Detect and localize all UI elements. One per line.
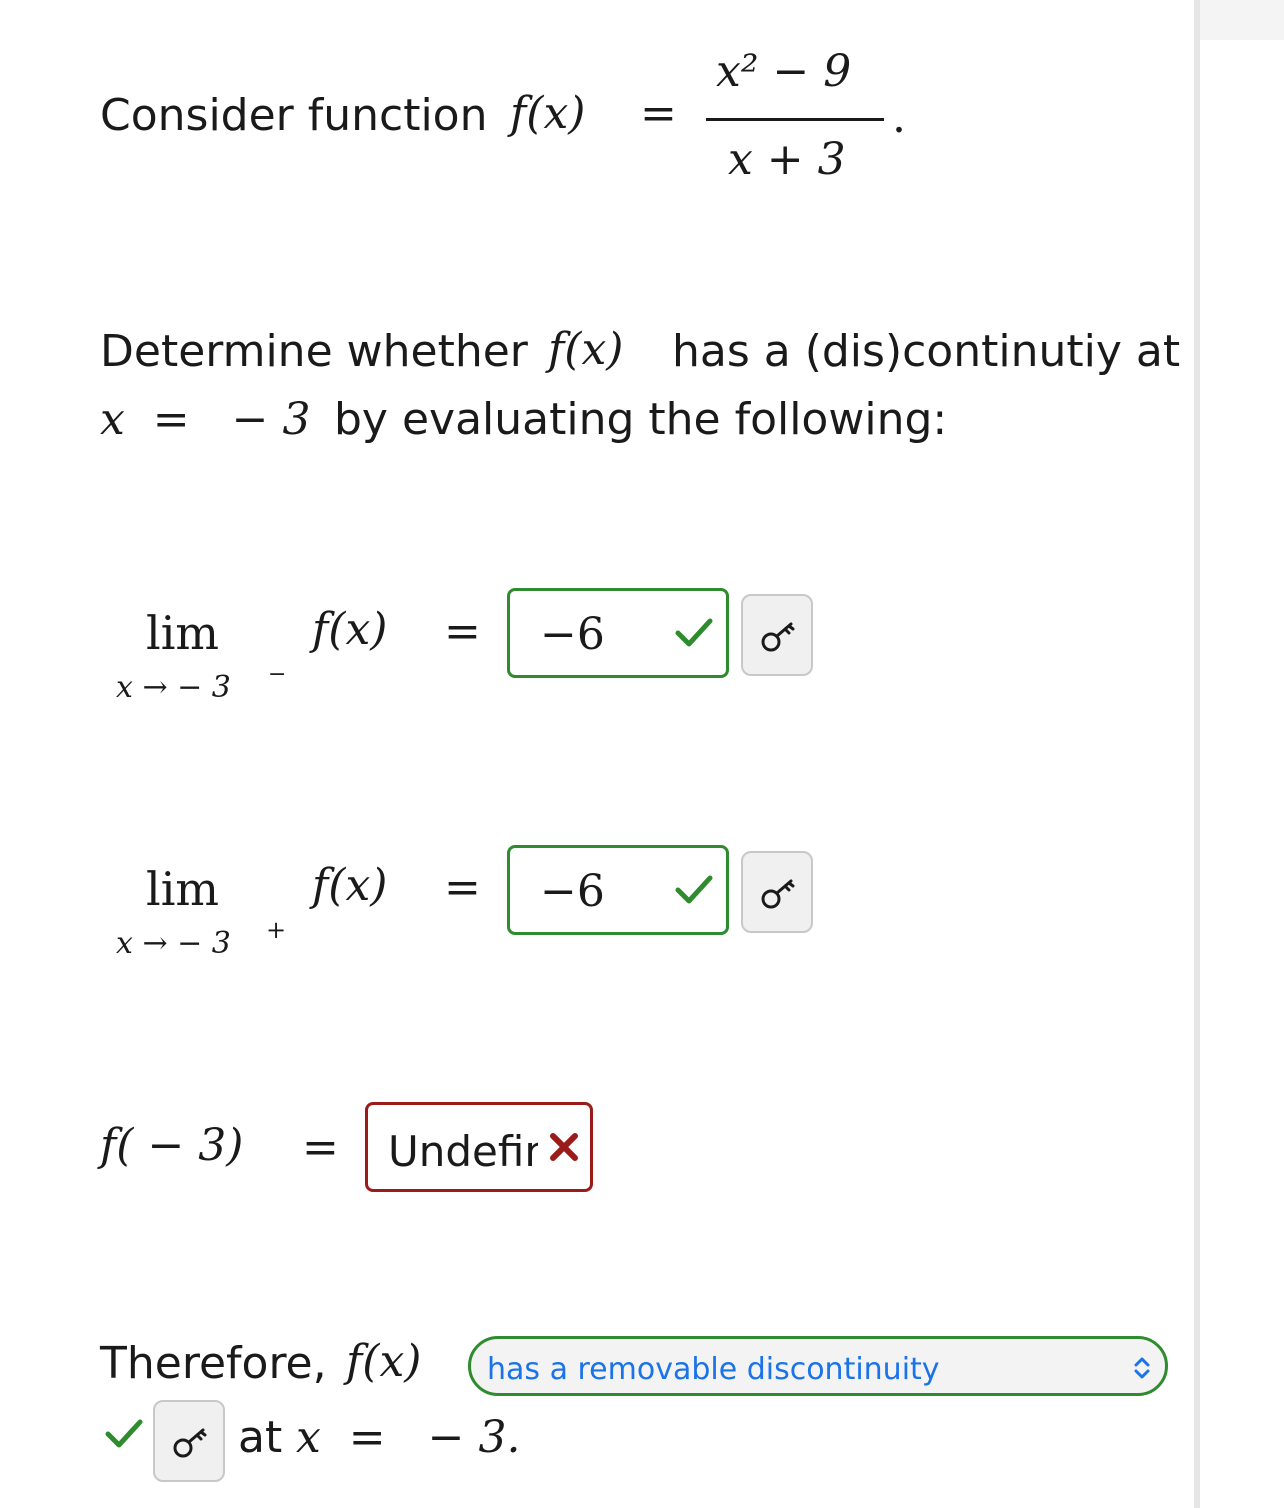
limit-left-lim: lim [146, 606, 220, 660]
dropdown-selected-value: has a removable discontinuity [487, 1352, 940, 1387]
fraction-numerator: x² − 9 [716, 46, 852, 97]
intro-function: f(x) [510, 88, 586, 139]
question-point: x = − 3 [100, 394, 311, 445]
scrollbar-top-area [1200, 0, 1284, 40]
limit-left-function: f(x) [312, 604, 388, 655]
conclusion-point: x = − 3. [296, 1412, 521, 1463]
intro-period: . [892, 92, 906, 143]
conclusion-function: f(x) [346, 1336, 422, 1387]
limit-left-answer-value: −6 [540, 609, 605, 660]
scrollbar[interactable] [1194, 0, 1200, 1508]
conclusion-at-text: at [238, 1412, 283, 1463]
point-value-answer-field[interactable]: Undefined [365, 1102, 593, 1192]
limit-right-answer-field[interactable]: −6 [507, 845, 729, 935]
limit-right-function: f(x) [312, 860, 388, 911]
question-suffix: has a (dis)continutiy at [672, 326, 1181, 377]
limit-left-key-button[interactable] [741, 594, 813, 676]
checkmark-icon [104, 1418, 144, 1454]
discontinuity-type-dropdown[interactable]: has a removable discontinuity [468, 1336, 1168, 1396]
point-value-answer-value: Undefined [388, 1127, 538, 1176]
question-prefix: Determine whether [100, 326, 528, 377]
point-value-equals: = [302, 1122, 339, 1173]
up-down-arrows-icon [1131, 1355, 1153, 1385]
checkmark-icon [674, 874, 714, 910]
question-line2-suffix: by evaluating the following: [334, 394, 948, 445]
limit-right-key-button[interactable] [741, 851, 813, 933]
limit-right-subscript: x → − 3 [116, 926, 231, 961]
limit-left-subscript: x → − 3 [116, 670, 231, 705]
limit-left-answer-field[interactable]: −6 [507, 588, 729, 678]
limit-left-superscript: − [268, 662, 287, 687]
fraction-denominator: x + 3 [728, 134, 846, 185]
intro-equals: = [640, 88, 677, 139]
checkmark-icon [674, 617, 714, 653]
fraction-bar [706, 118, 884, 121]
x-mark-icon [548, 1131, 580, 1167]
point-value-expression: f( − 3) [100, 1120, 244, 1171]
limit-right-equals: = [444, 862, 481, 913]
limit-left-equals: = [444, 606, 481, 657]
limit-right-answer-value: −6 [540, 866, 605, 917]
conclusion-prefix: Therefore, [100, 1338, 327, 1389]
conclusion-key-button[interactable] [153, 1400, 225, 1482]
limit-right-lim: lim [146, 862, 220, 916]
limit-right-superscript: + [266, 916, 287, 944]
intro-text: Consider function [100, 90, 488, 141]
question-function: f(x) [548, 324, 624, 375]
